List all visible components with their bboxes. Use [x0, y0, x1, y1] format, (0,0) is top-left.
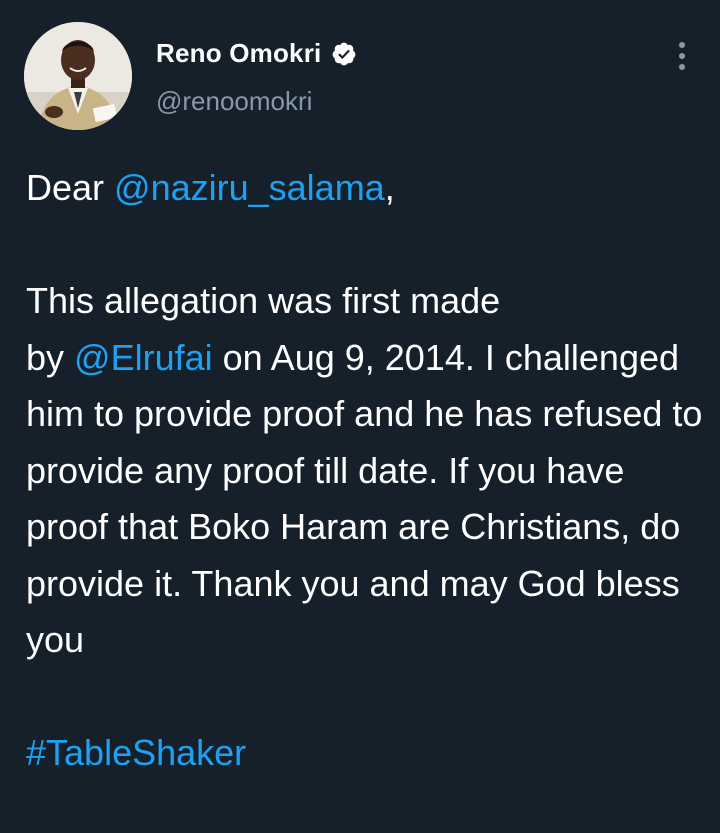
mention-link-naziru-salama[interactable]: @naziru_salama: [114, 167, 385, 208]
author-name-row: Reno Omokri: [156, 38, 357, 69]
greeting-suffix: ,: [384, 167, 395, 208]
more-options-icon[interactable]: [674, 40, 690, 72]
paragraph-rest: on Aug 9, 2014. I challenged him to prov…: [26, 336, 703, 661]
tweet-card: Reno Omokri @renoomokri Dear @naziru_sal…: [0, 0, 720, 833]
tweet-text: Dear @naziru_salama, This allegation was…: [26, 160, 706, 782]
author-avatar[interactable]: [24, 22, 132, 130]
hashtag-link-tableshaker[interactable]: #TableShaker: [26, 732, 246, 773]
verified-badge-icon: [331, 41, 357, 67]
author-handle[interactable]: @renoomokri: [156, 86, 312, 117]
greeting-prefix: Dear: [26, 167, 115, 208]
profile-photo-icon: [24, 22, 132, 130]
tweet-greeting: Dear @naziru_salama,: [26, 160, 706, 217]
tweet-hashtag-line: #TableShaker: [26, 725, 706, 782]
tweet-paragraph: This allegation was first made by @Elrufa…: [26, 273, 706, 669]
author-display-name[interactable]: Reno Omokri: [156, 38, 321, 69]
paragraph-by: by: [26, 336, 75, 378]
mention-link-elrufai[interactable]: @Elrufai: [74, 337, 213, 378]
paragraph-line-1: This allegation was first made: [26, 280, 501, 321]
